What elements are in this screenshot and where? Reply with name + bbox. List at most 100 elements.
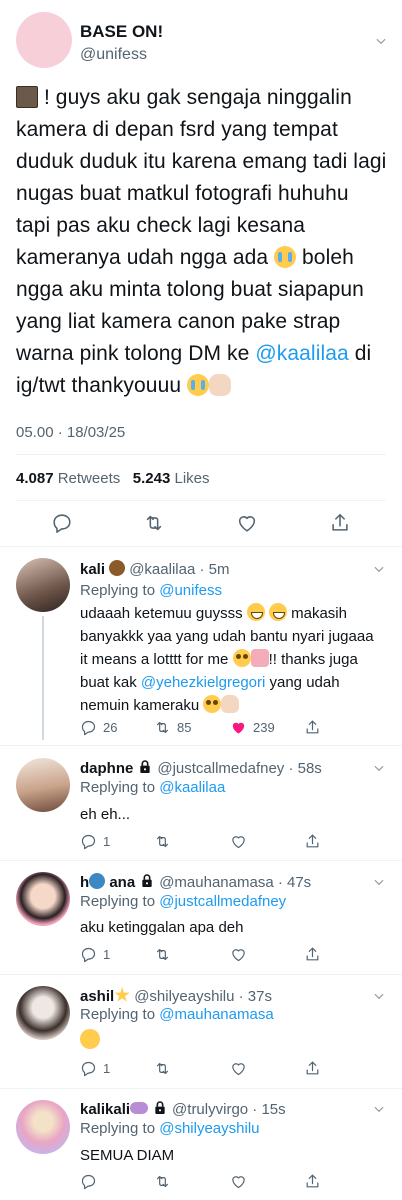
like-button[interactable] [230,945,247,963]
share-button[interactable] [304,1059,321,1077]
notebook-emoji-icon [16,86,38,108]
reply-icon [80,1173,97,1190]
like-button[interactable] [230,1172,247,1190]
like-icon [230,946,247,963]
mention-link[interactable]: @unifess [159,582,222,599]
avatar[interactable] [16,1100,70,1154]
like-button[interactable] [230,832,247,850]
reply-author[interactable]: kalikali @trulyvirgo · 15s [80,1100,286,1118]
mention-link[interactable]: @yehezkielgregori [141,674,265,691]
retweet-button[interactable] [154,1172,171,1190]
reply-button[interactable]: 1 [80,832,110,850]
grinning-face-emoji-icon [246,603,265,621]
divider [16,500,386,501]
chevron-down-icon[interactable] [372,989,386,1003]
author-name[interactable]: BASE ON! [80,22,163,42]
folded-hands-emoji-icon [209,374,232,396]
replying-to: Replying to @shilyeayshilu [80,1120,260,1137]
retweet-icon [154,1060,171,1077]
retweets-stat[interactable]: 4.087 Retweets [16,470,120,487]
retweet-button[interactable]: 85 [154,718,191,736]
retweet-icon [154,833,171,850]
avatar[interactable] [16,12,72,68]
retweet-icon [154,719,171,736]
tweet-stats: 4.087 Retweets 5.243 Likes [16,470,210,487]
avatar[interactable] [16,558,70,612]
retweet-icon [154,946,171,963]
share-icon [304,833,321,850]
reply-icon [80,1060,97,1077]
reply-author[interactable]: h ana @mauhanamasa · 47s [80,873,311,891]
mention-link[interactable]: @kaalilaa [255,342,348,365]
retweet-button[interactable] [154,1059,171,1077]
reply-author[interactable]: daphne @justcallmedafney · 58s [80,759,322,777]
chevron-down-icon[interactable] [372,1102,386,1116]
reply-icon [80,946,97,963]
likes-stat[interactable]: 5.243 Likes [133,470,210,487]
reply-text: eh eh... [80,806,131,823]
skateboard-emoji-icon [130,1102,149,1114]
share-button[interactable] [304,945,321,963]
tweet-timestamp[interactable]: 05.00 · 18/03/25 [16,424,125,441]
replying-to: Replying to @unifess [80,582,222,599]
grinning-face-emoji-icon [268,603,287,621]
reply-text: SEMUA DIAM [80,1147,175,1164]
retweet-icon[interactable] [143,512,165,534]
chevron-down-icon[interactable] [372,761,386,775]
crying-face-emoji-icon [187,374,210,396]
crying-face-emoji-icon [274,246,297,268]
reply-author[interactable]: ashil @shilyeayshilu · 37s [80,987,272,1005]
avatar[interactable] [16,758,70,812]
coconut-emoji-icon [109,560,126,576]
retweet-button[interactable] [154,945,171,963]
reply-author[interactable]: kali @kaalilaa · 5m [80,560,229,578]
chevron-down-icon[interactable] [372,562,386,576]
retweet-button[interactable] [154,832,171,850]
like-icon [230,1060,247,1077]
retweet-icon [154,1173,171,1190]
share-button[interactable] [304,718,321,736]
thread-line [42,616,44,740]
pleading-face-emoji-icon [203,695,222,713]
avatar[interactable] [16,986,70,1040]
mention-link[interactable]: @kaalilaa [159,779,225,796]
share-icon [304,946,321,963]
reply-button[interactable]: 1 [80,945,110,963]
reply-icon[interactable] [51,512,73,534]
mention-link[interactable]: @justcallmedafney [159,893,286,910]
chevron-down-icon[interactable] [372,875,386,889]
mention-link[interactable]: @shilyeayshilu [159,1120,259,1137]
share-button[interactable] [304,1172,321,1190]
lock-icon [139,873,155,889]
divider [0,546,402,547]
main-tweet-header: BASE ON! @unifess [16,12,386,72]
divider [0,745,402,746]
author-handle[interactable]: @unifess [80,46,147,64]
avatar[interactable] [16,872,70,926]
reply-text: aku ketinggalan apa deh [80,919,244,936]
like-icon[interactable] [236,512,258,534]
tweet-text: ! guys aku gak sengaja ninggalin kamera … [16,86,387,397]
reply-button[interactable]: 1 [80,1059,110,1077]
share-icon [304,1060,321,1077]
divider [16,454,386,455]
lock-icon [137,759,153,775]
like-button[interactable] [230,1059,247,1077]
chevron-down-icon[interactable] [374,34,388,48]
reply-text [80,1029,380,1052]
reply-icon [80,833,97,850]
reply-text: udaaah ketemuu guysss makasih banyakkk y… [80,603,374,714]
reply-button[interactable] [80,1172,97,1190]
mention-link[interactable]: @mauhanamasa [159,1006,273,1023]
woozy-face-emoji-icon [80,1029,100,1049]
heart-emoji-icon [250,649,269,667]
reply-button[interactable]: 26 [80,718,117,736]
folded-hands-emoji-icon [221,695,240,713]
share-icon[interactable] [329,512,351,534]
share-icon [304,1173,321,1190]
reply-icon [80,719,97,736]
like-button[interactable]: 239 [230,718,275,736]
divider [0,860,402,861]
divider [0,974,402,975]
share-button[interactable] [304,832,321,850]
